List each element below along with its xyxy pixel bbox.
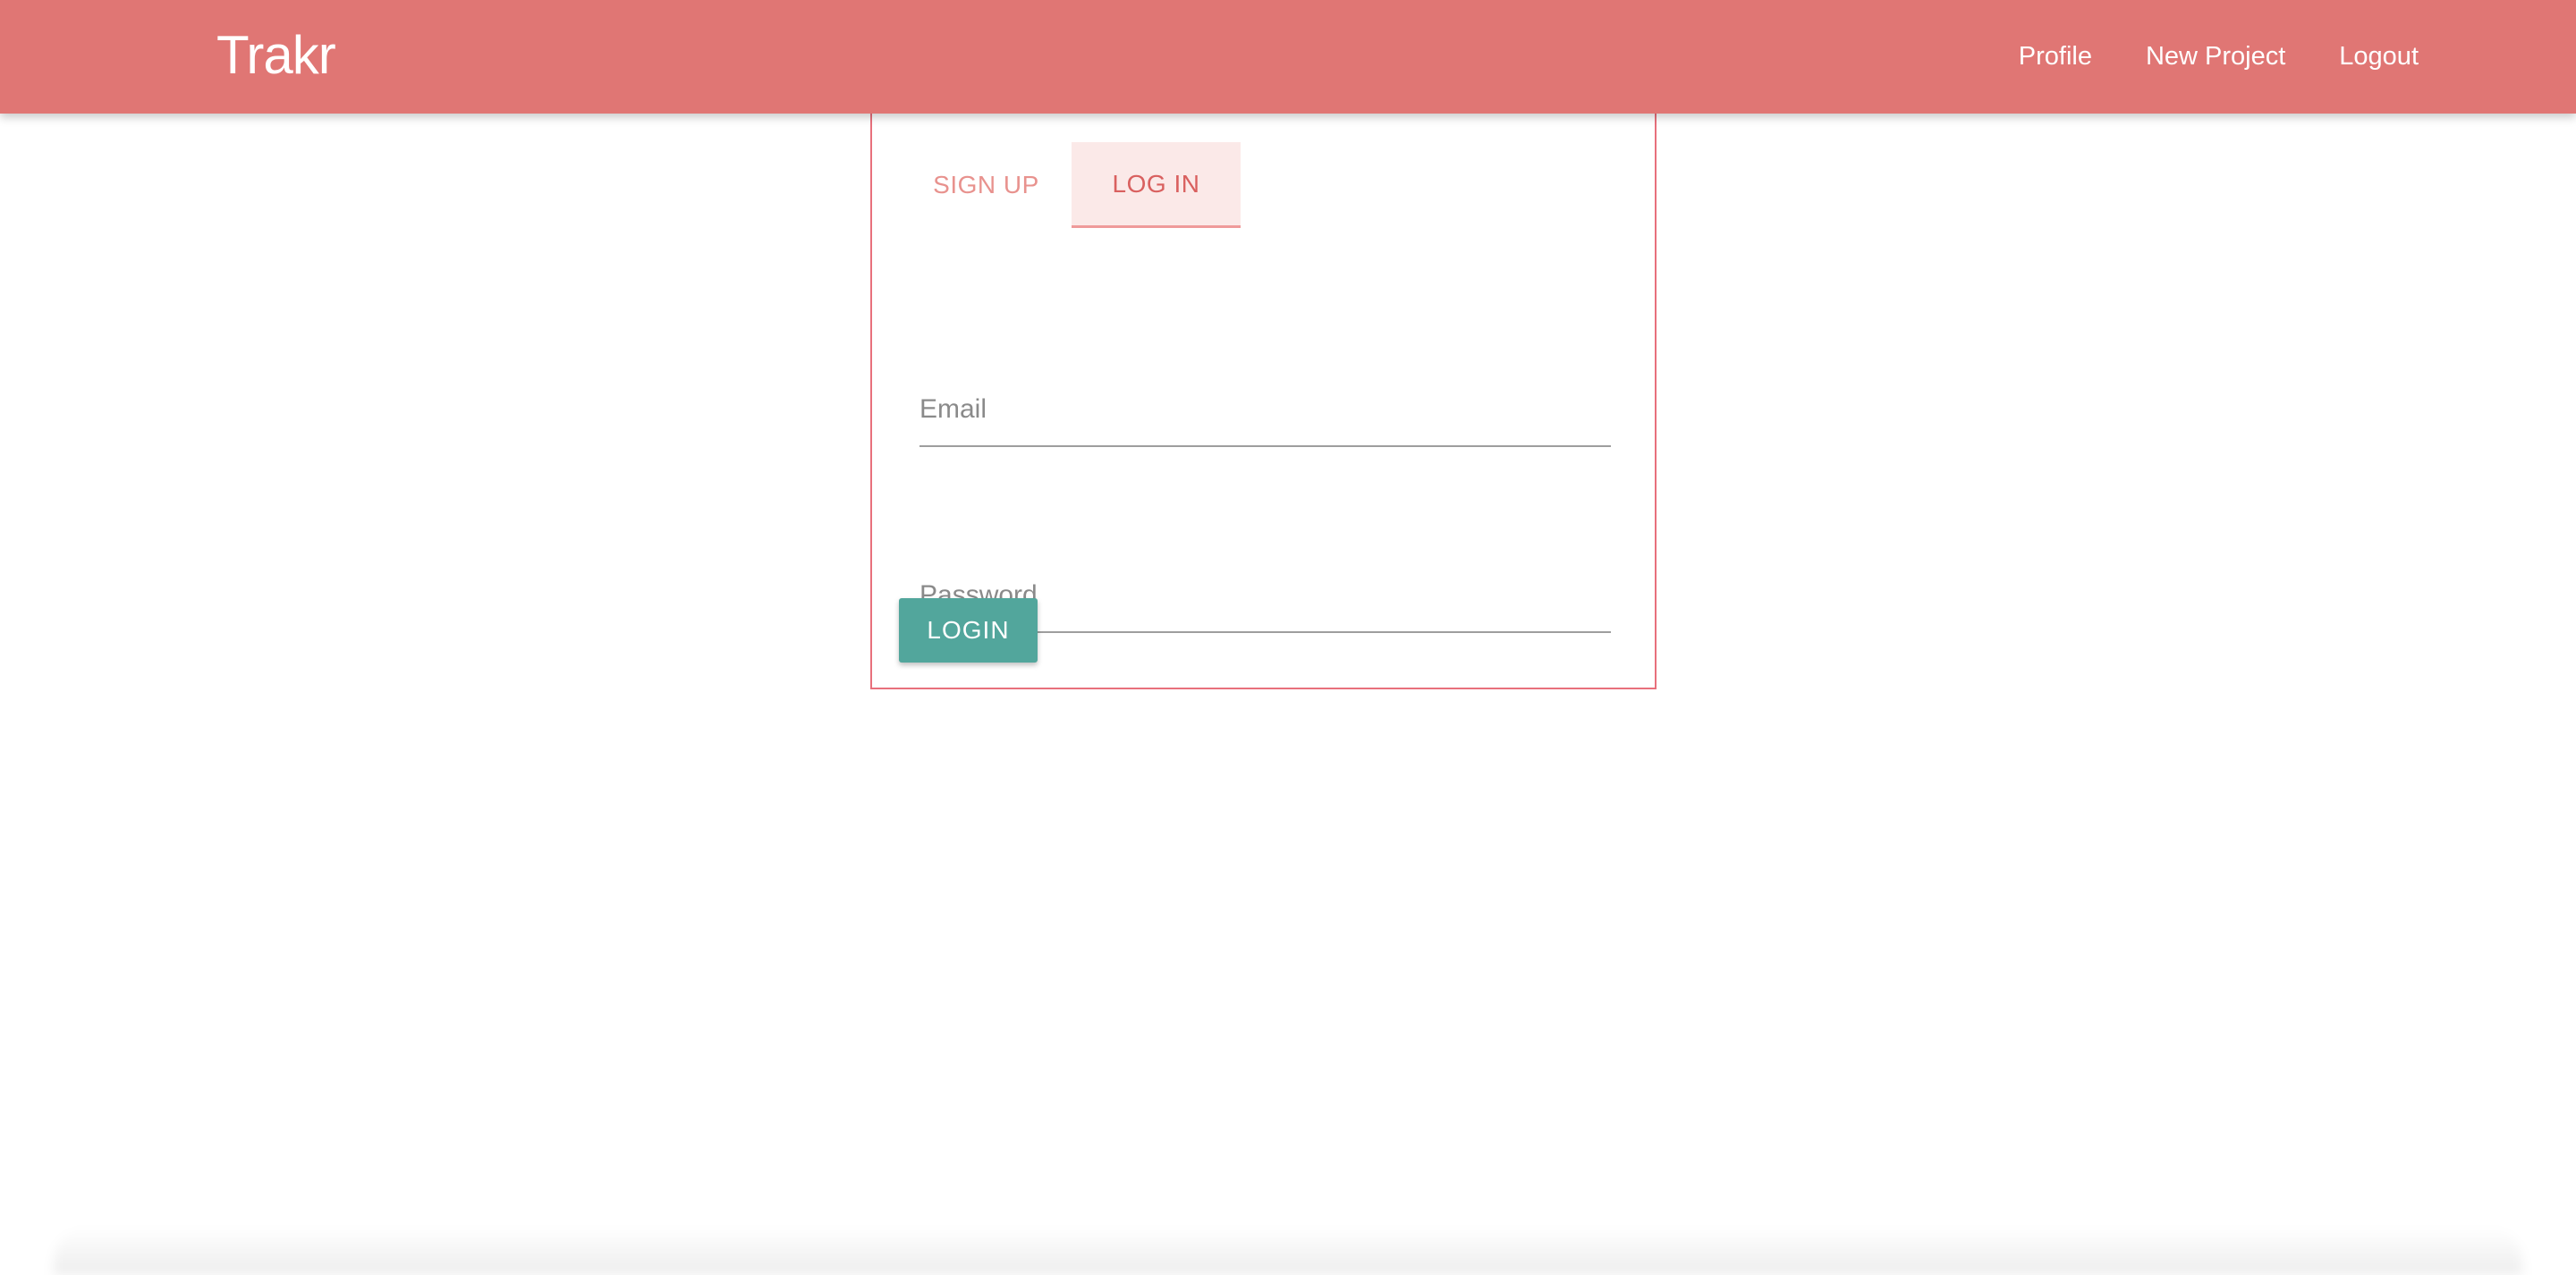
nav-links: Profile New Project Logout <box>2019 0 2419 114</box>
tab-sign-up[interactable]: SIGN UP <box>901 142 1072 228</box>
nav-link-new-project[interactable]: New Project <box>2146 42 2285 72</box>
tab-log-in[interactable]: LOG IN <box>1072 142 1241 228</box>
login-button[interactable]: LOGIN <box>899 598 1038 663</box>
email-input[interactable] <box>919 381 1611 445</box>
brand-logo[interactable]: Trakr <box>216 21 336 89</box>
auth-tabs: SIGN UP LOG IN <box>901 142 1241 228</box>
email-field-wrapper <box>919 381 1611 447</box>
top-navbar: Trakr Profile New Project Logout <box>0 0 2576 114</box>
nav-link-logout[interactable]: Logout <box>2339 42 2419 72</box>
bottom-shadow <box>54 1227 2522 1275</box>
nav-link-profile[interactable]: Profile <box>2019 42 2092 72</box>
